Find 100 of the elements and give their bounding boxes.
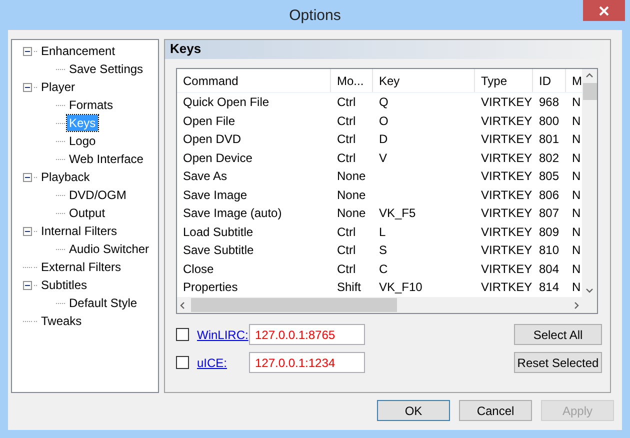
tree-item[interactable]: Formats <box>67 97 116 113</box>
list-action-button[interactable]: Select All <box>514 324 602 345</box>
table-cell-text: N <box>571 150 582 166</box>
table-cell-text: Save Image <box>182 186 248 204</box>
tree-item[interactable]: Tweaks <box>39 313 84 329</box>
table-cell-text: Close <box>182 260 215 278</box>
table-cell-text: Properties <box>182 279 239 296</box>
table-cell-text: VIRTKEY <box>480 150 533 166</box>
table-cell-text: VIRTKEY <box>480 186 533 204</box>
table-cell-text: N <box>571 186 582 204</box>
horizontal-scrollbar[interactable] <box>177 297 582 313</box>
table-cell-text: VIRTKEY <box>480 260 533 278</box>
scroll-thumb[interactable] <box>582 83 596 100</box>
scroll-up-icon[interactable] <box>586 73 593 78</box>
table-cell-text: 801 <box>538 131 560 148</box>
table-cell-text: None <box>336 205 367 222</box>
table-cell-text: VIRTKEY <box>480 131 533 148</box>
table-cell-text: 810 <box>538 242 560 259</box>
column-header[interactable]: Type <box>475 69 533 92</box>
table-cell-text: N <box>571 205 582 222</box>
table-cell-text: VIRTKEY <box>480 112 533 130</box>
table-cell-text: 806 <box>538 186 560 204</box>
close-icon <box>599 6 609 16</box>
table-cell-text: N <box>571 224 582 240</box>
column-header[interactable]: Command <box>177 69 331 92</box>
collapse-icon[interactable] <box>23 226 32 236</box>
table-cell-text: Q <box>378 94 390 111</box>
tree-item[interactable]: Logo <box>67 133 98 149</box>
table-cell-text: N <box>571 112 582 130</box>
table-cell-text: Ctrl <box>336 131 357 148</box>
table-cell-text: Load Subtitle <box>182 224 254 240</box>
table-cell-text: VIRTKEY <box>480 242 533 259</box>
table-cell-text: L <box>378 224 387 240</box>
scroll-right-icon[interactable] <box>574 302 579 308</box>
tree-item[interactable]: Subtitles <box>39 277 90 293</box>
column-header[interactable]: ID <box>533 69 566 92</box>
table-cell-text: V <box>378 150 388 166</box>
tree-item[interactable]: Internal Filters <box>39 223 120 239</box>
table-cell-text: N <box>571 168 582 185</box>
table-cell-text: VIRTKEY <box>480 279 533 296</box>
table-cell-text: S <box>378 242 388 259</box>
dialog-button[interactable]: Cancel <box>459 400 532 421</box>
table-cell-text: None <box>336 186 367 204</box>
tree-item[interactable]: Player <box>39 79 78 95</box>
table-cell-text: Ctrl <box>336 150 357 166</box>
table-cell-text: VIRTKEY <box>480 168 533 185</box>
table-cell-text: 809 <box>538 224 560 240</box>
table-cell-text: Open File <box>182 112 236 130</box>
remote-link[interactable]: WinLIRC: <box>197 328 249 342</box>
table-cell-text: 814 <box>538 279 560 296</box>
table-cell-text: 807 <box>538 205 560 222</box>
tree-item[interactable]: Audio Switcher <box>67 241 152 257</box>
table-cell-text: N <box>571 131 582 148</box>
table-cell-text: VIRTKEY <box>480 205 533 222</box>
table-cell-text: 805 <box>538 168 560 185</box>
table-cell-text: O <box>378 112 390 130</box>
tree-item[interactable]: Output <box>67 205 108 221</box>
table-cell-text: Save As <box>182 168 228 185</box>
table-cell-text: Ctrl <box>336 224 357 240</box>
tree-item[interactable]: External Filters <box>39 259 124 275</box>
table-cell-text: None <box>336 168 367 185</box>
tree-item[interactable]: DVD/OGM <box>67 187 128 203</box>
column-header[interactable]: Key <box>373 69 475 92</box>
scroll-left-icon[interactable] <box>180 302 185 308</box>
checkbox[interactable] <box>176 356 189 369</box>
close-button[interactable] <box>583 0 625 21</box>
table-cell-text: N <box>571 260 582 278</box>
tree-item[interactable]: Default Style <box>67 295 140 311</box>
remote-link[interactable]: uICE: <box>197 356 249 370</box>
table-cell-text: Ctrl <box>336 260 357 278</box>
table-cell-text: 968 <box>538 94 560 111</box>
collapse-icon[interactable] <box>23 46 32 56</box>
table-cell-text: Ctrl <box>336 112 357 130</box>
list-action-button[interactable]: Reset Selected <box>514 352 602 373</box>
collapse-icon[interactable] <box>23 172 32 182</box>
tree-item[interactable]: Save Settings <box>67 61 146 77</box>
table-cell-text: Open DVD <box>182 131 242 148</box>
tree-item[interactable]: Playback <box>39 169 92 185</box>
tree-item[interactable]: Enhancement <box>39 43 118 59</box>
table-cell-text: Save Subtitle <box>182 242 255 259</box>
table-cell-text: N <box>571 94 582 111</box>
collapse-icon[interactable] <box>23 280 32 290</box>
table-cell-text: Ctrl <box>336 242 357 259</box>
table-cell-text: 804 <box>538 260 560 278</box>
scroll-down-icon[interactable] <box>586 288 593 293</box>
scroll-thumb[interactable] <box>191 298 397 312</box>
table-cell-text: N <box>571 279 582 296</box>
table-cell-text: N <box>571 242 582 259</box>
table-cell-text: Ctrl <box>336 94 357 111</box>
collapse-icon[interactable] <box>23 82 32 92</box>
address-field[interactable]: 127.0.0.1:1234 <box>249 352 365 373</box>
table-cell-text: VIRTKEY <box>480 224 533 240</box>
tree-item[interactable]: Web Interface <box>67 151 146 167</box>
vertical-scrollbar[interactable] <box>582 69 597 297</box>
table-cell-text: VIRTKEY <box>480 94 533 111</box>
column-header[interactable]: Mo... <box>331 69 373 92</box>
address-field[interactable]: 127.0.0.1:8765 <box>249 324 365 345</box>
table-cell-text: VK_F5 <box>378 205 417 222</box>
checkbox[interactable] <box>176 328 189 341</box>
dialog-button[interactable]: OK <box>377 400 450 421</box>
